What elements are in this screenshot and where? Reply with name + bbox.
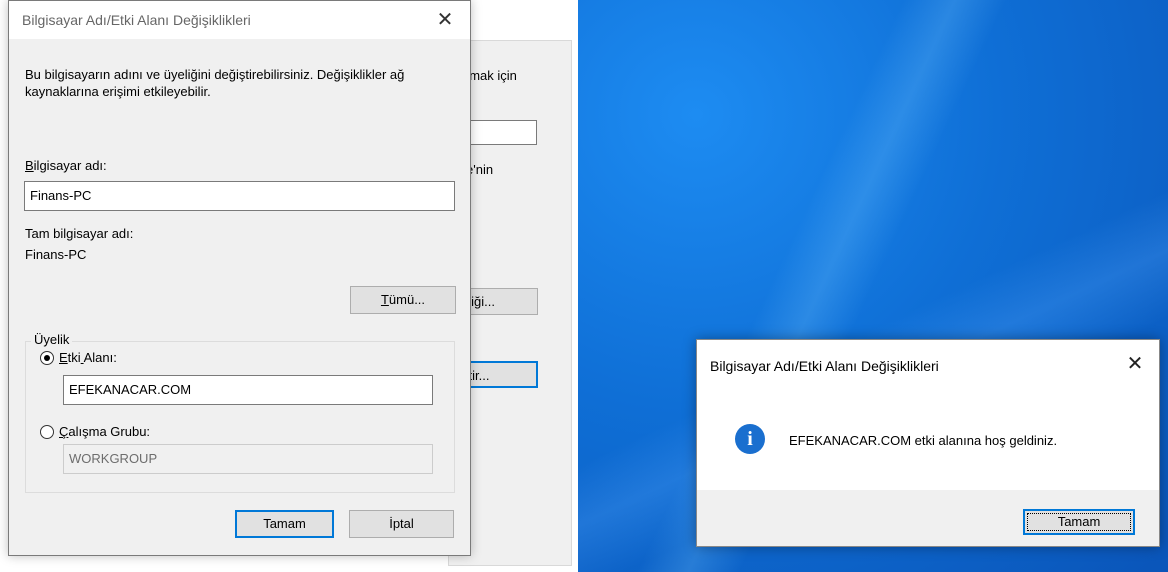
cancel-button[interactable]: İptal: [349, 510, 454, 538]
ok-button[interactable]: Tamam: [235, 510, 334, 538]
welcome-message-box: Bilgisayar Adı/Etki Alanı Değişiklikleri…: [696, 339, 1160, 547]
domain-value: EFEKANACAR.COM: [69, 382, 192, 397]
computer-name-input[interactable]: Finans-PC: [24, 181, 455, 211]
domain-option-label[interactable]: Etki Alanı:: [59, 350, 117, 365]
full-name-value: Finans-PC: [25, 247, 87, 262]
workgroup-option-label[interactable]: Çalışma Grubu:: [59, 424, 150, 439]
computer-name-label: Bilgisayar adı:: [25, 158, 107, 173]
domain-input[interactable]: EFEKANACAR.COM: [63, 375, 433, 405]
workgroup-input[interactable]: WORKGROUP: [63, 444, 433, 474]
close-icon[interactable]: ✕: [1123, 352, 1147, 376]
membership-label: Üyelik: [31, 332, 73, 347]
computer-name-dialog: Bilgisayar Adı/Etki Alanı Değişiklikleri…: [8, 0, 471, 556]
full-name-label: Tam bilgisayar adı:: [25, 226, 134, 241]
workgroup-value: WORKGROUP: [69, 451, 158, 466]
message-box-title: Bilgisayar Adı/Etki Alanı Değişiklikleri: [710, 358, 939, 374]
dialog-description: Bu bilgisayarın adını ve üyeliğini değiş…: [25, 67, 405, 99]
workgroup-radio[interactable]: [40, 425, 54, 439]
info-icon: i: [735, 424, 765, 454]
message-ok-button[interactable]: Tamam: [1023, 509, 1135, 535]
domain-radio[interactable]: [40, 351, 54, 365]
computer-name-value: Finans-PC: [30, 188, 92, 203]
message-box-footer: Tamam: [697, 490, 1159, 546]
close-icon[interactable]: ✕: [432, 7, 458, 33]
dialog-title: Bilgisayar Adı/Etki Alanı Değişiklikleri: [22, 12, 251, 28]
dialog-titlebar: Bilgisayar Adı/Etki Alanı Değişiklikleri…: [9, 1, 470, 39]
welcome-message: EFEKANACAR.COM etki alanına hoş geldiniz…: [789, 433, 1058, 448]
more-button[interactable]: Tümü...: [350, 286, 456, 314]
